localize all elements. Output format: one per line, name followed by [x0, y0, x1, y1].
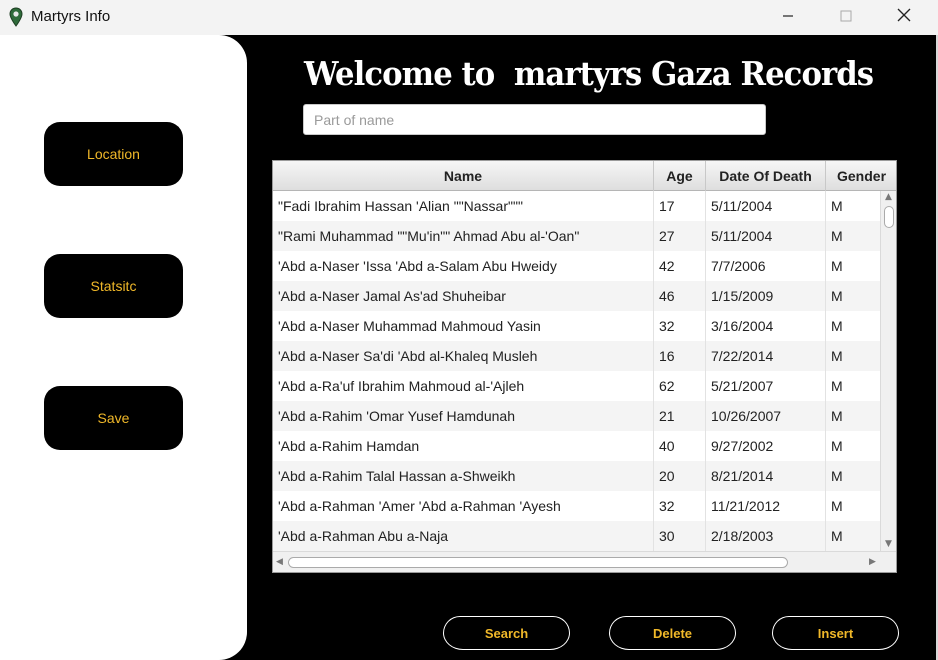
scroll-up-icon[interactable]: ▲	[885, 193, 892, 202]
maximize-icon	[840, 7, 852, 26]
location-button[interactable]: Location	[44, 122, 183, 186]
cell-age: 40	[654, 431, 706, 461]
cell-gender: M	[831, 348, 843, 364]
table-row[interactable]: "Rami Muhammad ""Mu'in"" Ahmad Abu al-'O…	[273, 221, 880, 251]
cell-name: 'Abd a-Rahim 'Omar Yusef Hamdunah	[273, 401, 654, 431]
table-body: "Fadi Ibrahim Hassan 'Alian ""Nassar""" …	[273, 191, 880, 551]
cell-name: 'Abd a-Rahman 'Amer 'Abd a-Rahman 'Ayesh	[273, 491, 654, 521]
close-button[interactable]	[876, 0, 932, 32]
cell-age: 42	[654, 251, 706, 281]
delete-button[interactable]: Delete	[609, 616, 736, 650]
maximize-button[interactable]	[818, 0, 874, 32]
cell-name: 'Abd a-Ra'uf Ibrahim Mahmoud al-'Ajleh	[273, 371, 654, 401]
minimize-icon	[782, 7, 794, 26]
table-row[interactable]: "Fadi Ibrahim Hassan 'Alian ""Nassar""" …	[273, 191, 880, 221]
cell-gender: M	[831, 468, 843, 484]
cell-date-of-death: 1/15/2009	[706, 281, 826, 311]
cell-date-of-death: 10/26/2007	[706, 401, 826, 431]
horizontal-scroll-thumb[interactable]	[288, 557, 788, 568]
cell-date-of-death: 5/11/2004	[706, 221, 826, 251]
search-input[interactable]	[303, 104, 766, 135]
table-row[interactable]: 'Abd a-Rahman 'Amer 'Abd a-Rahman 'Ayesh…	[273, 491, 880, 521]
close-icon	[897, 7, 911, 26]
cell-gender: M	[831, 498, 843, 514]
cell-age: 17	[654, 191, 706, 221]
title-bar: Martyrs Info	[0, 0, 938, 35]
vertical-scroll-thumb[interactable]	[884, 206, 894, 228]
table-row[interactable]: 'Abd a-Rahim Hamdan 40 9/27/2002 M	[273, 431, 880, 461]
cell-gender: M	[831, 528, 843, 544]
cell-name: "Fadi Ibrahim Hassan 'Alian ""Nassar"""	[273, 191, 654, 221]
cell-gender: M	[831, 318, 843, 334]
vertical-scrollbar[interactable]: ▲ ▼	[880, 191, 896, 551]
table-row[interactable]: 'Abd a-Naser Jamal As'ad Shuheibar 46 1/…	[273, 281, 880, 311]
table-header: Name Age Date Of Death Gender	[273, 161, 896, 191]
column-header-age[interactable]: Age	[654, 161, 706, 191]
cell-date-of-death: 11/21/2012	[706, 491, 826, 521]
cell-gender: M	[831, 408, 843, 424]
cell-name: 'Abd a-Rahim Hamdan	[273, 431, 654, 461]
cell-age: 32	[654, 311, 706, 341]
scroll-left-icon[interactable]: ◀	[276, 558, 283, 567]
page-title: Welcome to martyrs Gaza Records	[304, 54, 874, 93]
martyrs-table[interactable]: Name Age Date Of Death Gender "Fadi Ibra…	[272, 160, 897, 573]
column-header-name[interactable]: Name	[273, 161, 654, 191]
column-header-date-of-death[interactable]: Date Of Death	[706, 161, 826, 191]
table-row[interactable]: 'Abd a-Naser Sa'di 'Abd al-Khaleq Musleh…	[273, 341, 880, 371]
cell-age: 21	[654, 401, 706, 431]
cell-name: 'Abd a-Rahman Abu a-Naja	[273, 521, 654, 551]
cell-age: 27	[654, 221, 706, 251]
cell-age: 62	[654, 371, 706, 401]
horizontal-scrollbar[interactable]: ◀ ▶	[273, 551, 896, 572]
cell-date-of-death: 2/18/2003	[706, 521, 826, 551]
cell-date-of-death: 8/21/2014	[706, 461, 826, 491]
cell-gender: M	[831, 228, 843, 244]
insert-button[interactable]: Insert	[772, 616, 899, 650]
scroll-down-icon[interactable]: ▼	[885, 540, 892, 549]
cell-name: 'Abd a-Rahim Talal Hassan a-Shweikh	[273, 461, 654, 491]
scroll-right-icon[interactable]: ▶	[869, 558, 876, 567]
cell-age: 30	[654, 521, 706, 551]
map-pin-icon	[9, 7, 23, 27]
cell-date-of-death: 7/7/2006	[706, 251, 826, 281]
cell-name: 'Abd a-Naser Muhammad Mahmoud Yasin	[273, 311, 654, 341]
cell-gender: M	[831, 438, 843, 454]
cell-age: 46	[654, 281, 706, 311]
cell-date-of-death: 9/27/2002	[706, 431, 826, 461]
cell-name: 'Abd a-Naser Jamal As'ad Shuheibar	[273, 281, 654, 311]
cell-gender: M	[831, 258, 843, 274]
cell-date-of-death: 5/11/2004	[706, 191, 826, 221]
table-row[interactable]: 'Abd a-Naser 'Issa 'Abd a-Salam Abu Hwei…	[273, 251, 880, 281]
table-row[interactable]: 'Abd a-Naser Muhammad Mahmoud Yasin 32 3…	[273, 311, 880, 341]
cell-name: 'Abd a-Naser Sa'di 'Abd al-Khaleq Musleh	[273, 341, 654, 371]
cell-date-of-death: 5/21/2007	[706, 371, 826, 401]
cell-age: 16	[654, 341, 706, 371]
table-row[interactable]: 'Abd a-Rahman Abu a-Naja 30 2/18/2003 M	[273, 521, 880, 551]
search-button[interactable]: Search	[443, 616, 570, 650]
table-row[interactable]: 'Abd a-Rahim Talal Hassan a-Shweikh 20 8…	[273, 461, 880, 491]
cell-age: 32	[654, 491, 706, 521]
cell-age: 20	[654, 461, 706, 491]
sidebar: Location Statsitc Save	[0, 35, 247, 660]
table-row[interactable]: 'Abd a-Rahim 'Omar Yusef Hamdunah 21 10/…	[273, 401, 880, 431]
minimize-button[interactable]	[760, 0, 816, 32]
main-content: Location Statsitc Save Welcome to martyr…	[0, 35, 936, 660]
cell-date-of-death: 3/16/2004	[706, 311, 826, 341]
cell-gender: M	[831, 378, 843, 394]
statistic-button[interactable]: Statsitc	[44, 254, 183, 318]
cell-date-of-death: 7/22/2014	[706, 341, 826, 371]
cell-name: 'Abd a-Naser 'Issa 'Abd a-Salam Abu Hwei…	[273, 251, 654, 281]
cell-gender: M	[831, 288, 843, 304]
cell-gender: M	[831, 198, 843, 214]
save-button[interactable]: Save	[44, 386, 183, 450]
window-title: Martyrs Info	[31, 8, 111, 25]
table-row[interactable]: 'Abd a-Ra'uf Ibrahim Mahmoud al-'Ajleh 6…	[273, 371, 880, 401]
column-header-gender[interactable]: Gender	[826, 161, 886, 191]
cell-name: "Rami Muhammad ""Mu'in"" Ahmad Abu al-'O…	[273, 221, 654, 251]
